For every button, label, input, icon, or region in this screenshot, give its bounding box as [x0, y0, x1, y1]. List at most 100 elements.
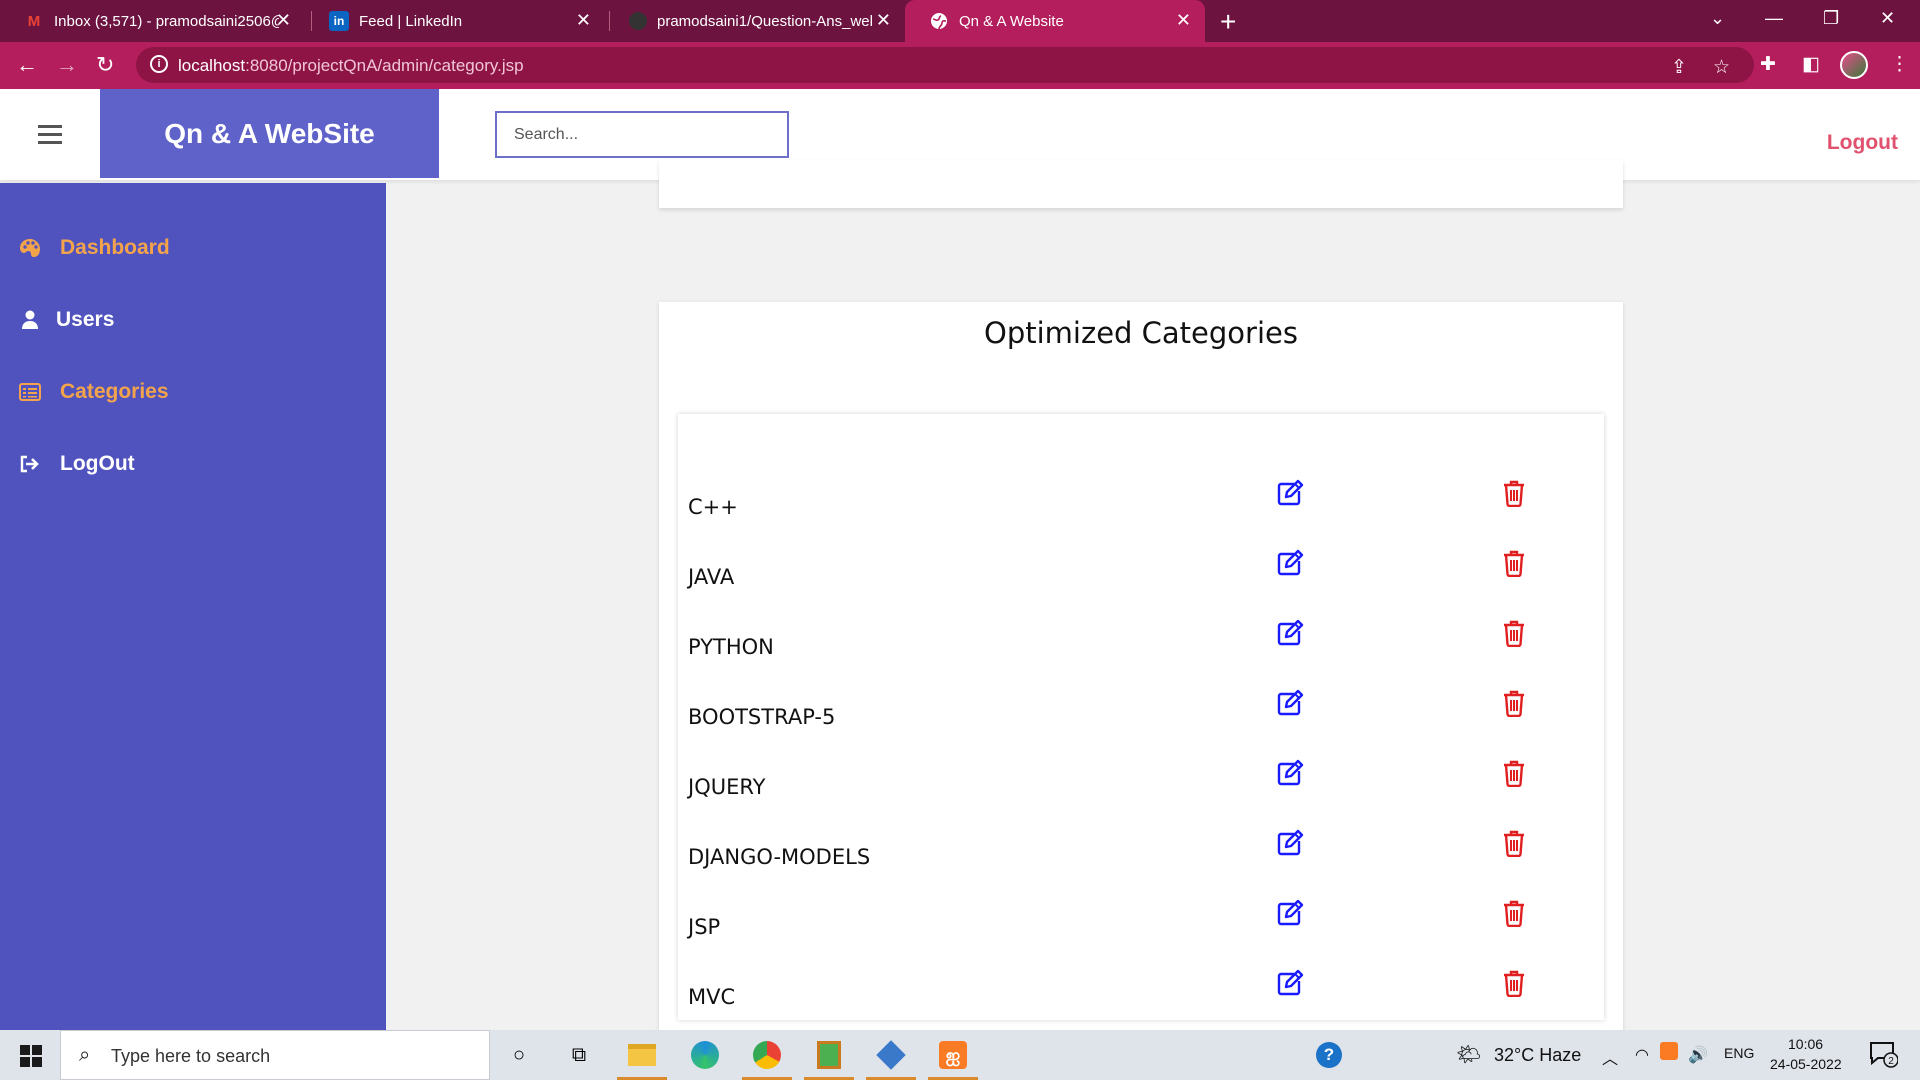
- close-icon[interactable]: ✕: [876, 10, 891, 31]
- category-name: C++: [688, 495, 738, 519]
- hamburger-menu-icon[interactable]: [38, 125, 62, 145]
- trash-icon[interactable]: [1502, 969, 1526, 998]
- category-list: C++ JAVA PYTHON BOOTSTRAP-5 JQUERY DJANGO-MOD…: [678, 414, 1604, 1020]
- windows-start-icon[interactable]: [20, 1045, 42, 1067]
- bookmark-star-icon[interactable]: ☆: [1713, 56, 1730, 79]
- edit-icon[interactable]: [1276, 899, 1304, 927]
- table-row: MVC: [678, 959, 1604, 1029]
- close-icon[interactable]: ✕: [276, 10, 291, 31]
- category-name: JQUERY: [688, 775, 766, 799]
- info-icon[interactable]: i: [150, 55, 168, 73]
- table-row: C++: [678, 469, 1604, 539]
- tab-search-icon[interactable]: ⌄: [1710, 8, 1725, 29]
- extensions-icon[interactable]: ✚: [1760, 53, 1776, 76]
- sidebar-item-dashboard[interactable]: Dashboard: [18, 236, 170, 260]
- sidebar-item-label: Categories: [60, 380, 169, 403]
- task-view-icon[interactable]: ⧉: [562, 1038, 596, 1072]
- search-icon: ⌕: [79, 1044, 91, 1066]
- categories-card: Optimized Categories C++ JAVA PYTHON BOOTST…: [659, 302, 1623, 1042]
- tab-github[interactable]: pramodsaini1/Question-Ans_web ✕: [605, 0, 905, 42]
- close-icon[interactable]: ✕: [576, 10, 591, 31]
- trash-icon[interactable]: [1502, 899, 1526, 928]
- table-row: JSP: [678, 889, 1604, 959]
- file-explorer-icon[interactable]: [617, 1038, 667, 1080]
- notification-count: 2: [1888, 1056, 1894, 1067]
- notepad-app-icon[interactable]: [804, 1038, 854, 1080]
- list-icon: [18, 380, 42, 404]
- tab-title: Qn & A Website: [959, 12, 1064, 30]
- category-name: JAVA: [688, 565, 735, 589]
- linkedin-icon: in: [329, 11, 349, 31]
- table-row: JAVA: [678, 539, 1604, 609]
- table-row: DJANGO-MODELS: [678, 819, 1604, 889]
- close-icon[interactable]: ✕: [1176, 10, 1191, 31]
- language-indicator[interactable]: ENG: [1724, 1045, 1754, 1061]
- edit-icon[interactable]: [1276, 759, 1304, 787]
- new-tab-icon[interactable]: +: [1220, 6, 1236, 38]
- wifi-icon[interactable]: ◠: [1635, 1045, 1649, 1065]
- share-icon[interactable]: ⇪: [1671, 56, 1687, 79]
- edge-icon[interactable]: [688, 1038, 722, 1072]
- edit-icon[interactable]: [1276, 689, 1304, 717]
- edit-icon[interactable]: [1276, 829, 1304, 857]
- sidebar-item-logout[interactable]: LogOut: [18, 452, 135, 476]
- xampp-icon[interactable]: ஐ: [928, 1038, 978, 1080]
- url-text[interactable]: localhost:8080/projectQnA/admin/category…: [178, 56, 524, 76]
- volume-icon[interactable]: 🔊: [1688, 1045, 1708, 1065]
- category-name: JSP: [688, 915, 721, 939]
- sidebar-item-label: Dashboard: [60, 236, 170, 259]
- forward-icon[interactable]: →: [56, 52, 78, 78]
- chrome-icon[interactable]: [742, 1038, 792, 1080]
- reload-icon[interactable]: ↻: [96, 52, 114, 78]
- minimize-icon[interactable]: —: [1765, 8, 1783, 29]
- edit-icon[interactable]: [1276, 549, 1304, 577]
- sidebar-item-users[interactable]: Users: [18, 308, 114, 332]
- close-window-icon[interactable]: ✕: [1880, 8, 1895, 29]
- logout-link[interactable]: Logout: [1827, 131, 1898, 155]
- category-name: DJANGO-MODELS: [688, 845, 871, 869]
- help-icon[interactable]: ?: [1312, 1038, 1346, 1072]
- trash-icon[interactable]: [1502, 619, 1526, 648]
- table-row: BOOTSTRAP-5: [678, 679, 1604, 749]
- menu-dots-icon[interactable]: ⋮: [1890, 53, 1909, 76]
- trash-icon[interactable]: [1502, 479, 1526, 508]
- taskbar-search[interactable]: ⌕ Type here to search: [60, 1030, 490, 1080]
- globe-icon: [929, 11, 949, 31]
- clock-date[interactable]: 24-05-2022: [1770, 1056, 1842, 1072]
- trash-icon[interactable]: [1502, 689, 1526, 718]
- notification-icon[interactable]: 2: [1868, 1040, 1899, 1073]
- tab-title: pramodsaini1/Question-Ans_web: [657, 12, 872, 30]
- profile-avatar[interactable]: [1840, 51, 1868, 79]
- trash-icon[interactable]: [1502, 829, 1526, 858]
- site-brand[interactable]: Qn & A WebSite: [100, 89, 439, 178]
- restore-icon[interactable]: ❐: [1823, 8, 1839, 29]
- virtualbox-icon[interactable]: [866, 1038, 916, 1080]
- tab-gmail[interactable]: M Inbox (3,571) - pramodsaini2506@ ✕: [0, 0, 305, 42]
- category-name: PYTHON: [688, 635, 774, 659]
- edit-icon[interactable]: [1276, 969, 1304, 997]
- address-bar[interactable]: i localhost:8080/projectQnA/admin/catego…: [136, 47, 1754, 83]
- edit-icon[interactable]: [1276, 479, 1304, 507]
- github-icon: [629, 12, 647, 30]
- browser-tabbar: M Inbox (3,571) - pramodsaini2506@ ✕ in …: [0, 0, 1920, 42]
- tab-linkedin[interactable]: in Feed | LinkedIn ✕: [305, 0, 605, 42]
- table-row: PYTHON: [678, 609, 1604, 679]
- tab-title: Inbox (3,571) - pramodsaini2506@: [54, 12, 279, 30]
- taskbar-search-placeholder: Type here to search: [111, 1046, 271, 1066]
- cortana-icon[interactable]: ○: [502, 1038, 536, 1072]
- edit-icon[interactable]: [1276, 619, 1304, 647]
- trash-icon[interactable]: [1502, 759, 1526, 788]
- chevron-up-icon[interactable]: ︿: [1602, 1045, 1618, 1069]
- user-icon: [18, 308, 42, 332]
- category-name: BOOTSTRAP-5: [688, 705, 836, 729]
- weather-icon[interactable]: 🌤: [1456, 1042, 1481, 1067]
- xampp-tray-icon[interactable]: [1660, 1042, 1678, 1065]
- search-input[interactable]: [495, 111, 789, 158]
- trash-icon[interactable]: [1502, 549, 1526, 578]
- weather-text[interactable]: 32°C Haze: [1494, 1045, 1581, 1066]
- back-icon[interactable]: ←: [16, 52, 38, 78]
- side-panel-icon[interactable]: ◧: [1802, 53, 1820, 76]
- tab-qna-website[interactable]: Qn & A Website ✕: [905, 0, 1205, 42]
- clock-time[interactable]: 10:06: [1788, 1036, 1823, 1052]
- sidebar-item-categories[interactable]: Categories: [18, 380, 169, 404]
